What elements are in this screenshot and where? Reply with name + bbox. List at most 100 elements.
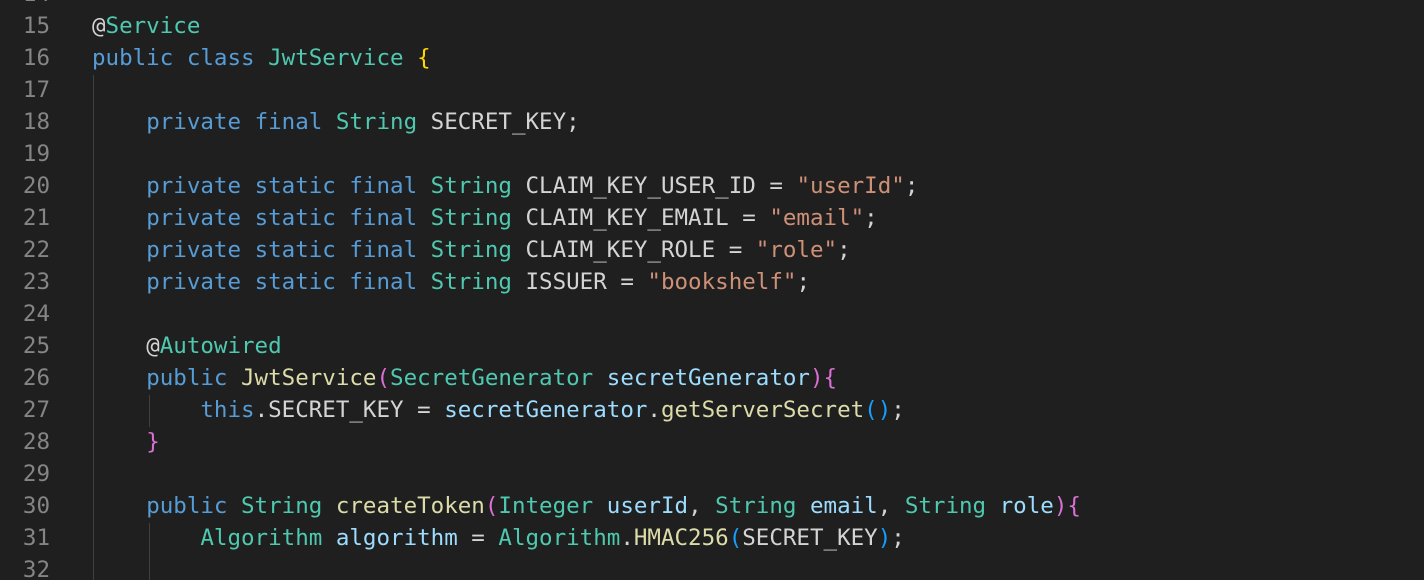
code-text: public JwtService(SecretGenerator secret…: [92, 362, 837, 394]
line-number: 27: [22, 397, 50, 423]
code-line[interactable]: 22 private static final String CLAIM_KEY…: [0, 234, 1424, 266]
code-token: private: [146, 173, 242, 199]
line-number: 18: [22, 109, 50, 135]
code-line[interactable]: 32: [0, 554, 1424, 580]
code-text: public String createToken(Integer userId…: [92, 490, 1081, 522]
code-token: public: [146, 493, 228, 519]
code-token: static: [254, 205, 336, 231]
code-token: final: [349, 269, 418, 295]
code-text: private static final String CLAIM_KEY_EM…: [92, 202, 878, 234]
line-number: 23: [22, 269, 50, 295]
code-text: private static final String CLAIM_KEY_US…: [92, 170, 918, 202]
code-token: SECRET_KEY: [742, 525, 878, 551]
code-line[interactable]: 23 private static final String ISSUER = …: [0, 266, 1424, 298]
code-token: ;: [891, 525, 905, 551]
code-token: (): [864, 397, 892, 423]
code-token: Integer: [498, 493, 594, 519]
code-line[interactable]: 17: [0, 74, 1424, 106]
code-token: public: [92, 45, 174, 71]
code-token: String: [430, 173, 512, 199]
code-token: final: [254, 109, 323, 135]
code-line[interactable]: 21 private static final String CLAIM_KEY…: [0, 202, 1424, 234]
code-line[interactable]: 15 @Service: [0, 10, 1424, 42]
code-token: this: [200, 397, 255, 423]
code-text: Algorithm algorithm = Algorithm.HMAC256(…: [92, 522, 905, 554]
code-token: ISSUER =: [511, 269, 648, 295]
code-text: @Autowired: [92, 330, 281, 362]
code-line[interactable]: 24: [0, 298, 1424, 330]
code-line[interactable]: 28 }: [0, 426, 1424, 458]
code-text: }: [92, 426, 160, 458]
code-token: "userId": [796, 173, 905, 199]
code-line[interactable]: 27 this.SECRET_KEY = secretGenerator.get…: [0, 394, 1424, 426]
code-token: ): [1053, 493, 1068, 519]
code-token: {: [417, 45, 431, 71]
code-line[interactable]: 25 @Autowired: [0, 330, 1424, 362]
code-token: algorithm: [335, 525, 458, 551]
code-token: @: [92, 13, 106, 39]
code-token: "email": [769, 205, 865, 231]
code-token: String: [241, 493, 323, 519]
line-number: 32: [22, 557, 50, 580]
code-token: }: [146, 429, 160, 455]
line-number: 26: [22, 365, 50, 391]
code-line[interactable]: 18 private final String SECRET_KEY;: [0, 106, 1424, 138]
code-line[interactable]: 31 Algorithm algorithm = Algorithm.HMAC2…: [0, 522, 1424, 554]
code-token: ): [809, 365, 824, 391]
code-line[interactable]: 20 private static final String CLAIM_KEY…: [0, 170, 1424, 202]
code-token: class: [186, 45, 255, 71]
code-token: final: [349, 205, 418, 231]
line-number: 21: [22, 205, 50, 231]
code-text: @Service: [92, 10, 200, 42]
code-token: ;: [796, 269, 810, 295]
code-editor[interactable]: 1415@Service16public class JwtService {1…: [0, 0, 1424, 580]
code-token: secretGenerator: [606, 365, 810, 391]
code-token: static: [254, 269, 336, 295]
code-token: (: [376, 365, 391, 391]
code-token: getServerSecret: [660, 397, 865, 423]
code-token: JwtService: [241, 365, 377, 391]
code-line[interactable]: 14: [0, 0, 1424, 10]
code-token: private: [146, 269, 242, 295]
code-token: CLAIM_KEY_USER_ID =: [511, 173, 797, 199]
code-token: ;: [891, 397, 905, 423]
code-line[interactable]: 16 public class JwtService {: [0, 42, 1424, 74]
code-line[interactable]: 26 public JwtService(SecretGenerator sec…: [0, 362, 1424, 394]
code-token: ;: [837, 237, 851, 263]
code-token: SECRET_KEY;: [417, 109, 580, 135]
code-token: private: [146, 205, 242, 231]
code-token: ): [877, 525, 892, 551]
code-line[interactable]: 30 public String createToken(Integer use…: [0, 490, 1424, 522]
code-line[interactable]: 29: [0, 458, 1424, 490]
code-line[interactable]: 19: [0, 138, 1424, 170]
code-text: private static final String CLAIM_KEY_RO…: [92, 234, 851, 266]
code-token: ;: [904, 173, 919, 199]
code-token: ;: [864, 205, 878, 231]
code-token: SecretGenerator: [390, 365, 594, 391]
